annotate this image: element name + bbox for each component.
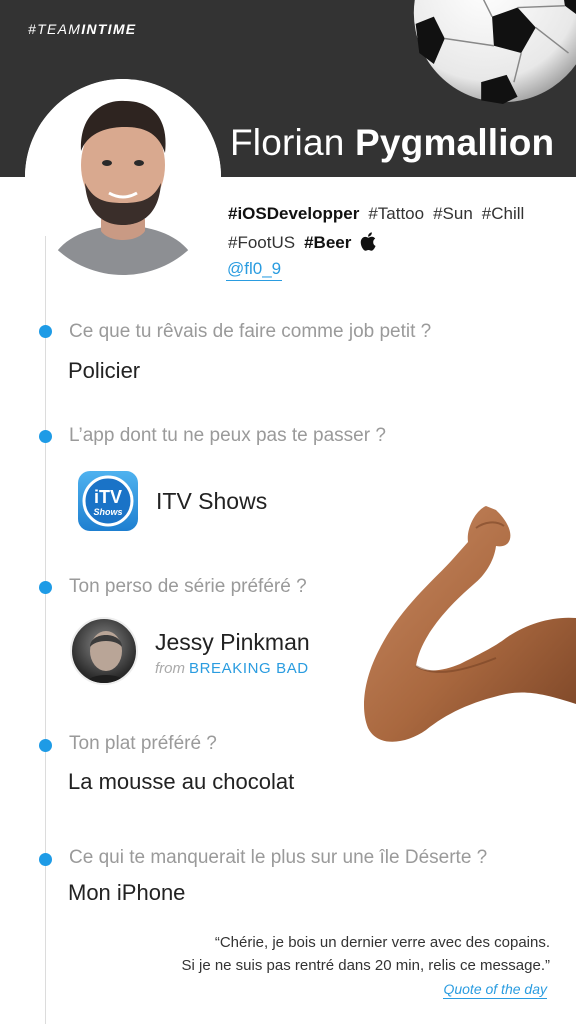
timeline-dot [39,430,52,443]
interest-tags: #iOSDevelopper #Tattoo #Sun #Chill #FootUS #… [228,199,568,257]
tag[interactable]: #FootUS [228,233,295,252]
answer-2: ITV Shows [156,488,268,514]
app-icon-text-1: iTV [94,487,122,507]
question-3: Ton perso de série préféré ? [69,576,307,597]
first-name: Florian [230,122,345,163]
character-avatar [70,617,138,685]
answer-1: Policier [68,358,141,383]
timeline-line [45,236,46,1024]
timeline-dot [39,739,52,752]
question-1: Ce que tu rêvais de faire comme job peti… [69,321,432,342]
team-hashtag: #TEAMINTIME [28,21,136,37]
question-4: Ton plat préféré ? [69,733,217,754]
answer-3: Jessy Pinkman [155,629,310,655]
profile-photo [25,79,221,275]
tag[interactable]: #Sun [433,204,473,223]
flexed-arm-image [364,506,576,742]
tag[interactable]: #iOSDevelopper [228,204,359,223]
tag[interactable]: #Beer [304,233,351,252]
soccer-ball-icon [413,0,576,104]
app-icon-text-2: Shows [93,507,122,517]
from-label: from [155,660,185,677]
apple-icon [361,232,376,251]
tags-line-1: #iOSDevelopper #Tattoo #Sun #Chill [228,199,568,228]
profile-avatar [25,79,221,275]
itv-shows-app-icon[interactable]: iTV Shows [78,471,138,531]
team-suffix: INTIME [81,21,137,37]
quote-of-the-day-link[interactable]: Quote of the day [443,980,547,999]
quote-line-2: Si je ne suis pas rentré dans 20 min, re… [181,957,550,974]
timeline-dot [39,581,52,594]
show-name[interactable]: BREAKING BAD [189,660,309,677]
profile-name: Florian Pygmallion [230,122,554,164]
character-show: from BREAKING BAD [155,660,309,677]
timeline-dot [39,853,52,866]
team-prefix: #TEAM [28,21,82,37]
quote-line-1: “Chérie, je bois un dernier verre avec d… [214,934,550,951]
last-name: Pygmallion [354,122,555,163]
question-5: Ce qui te manquerait le plus sur une île… [69,847,488,868]
twitter-handle-link[interactable]: @fl0_9 [226,258,283,281]
tag[interactable]: #Chill [482,204,525,223]
tags-line-2: #FootUS #Beer [228,228,568,257]
answer-4: La mousse au chocolat [68,769,295,794]
quote-text: “Chérie, je bois un dernier verre avec d… [120,931,550,977]
answer-5: Mon iPhone [68,880,186,905]
question-2: L’app dont tu ne peux pas te passer ? [69,425,386,446]
tag[interactable]: #Tattoo [368,204,424,223]
timeline-dot [39,325,52,338]
